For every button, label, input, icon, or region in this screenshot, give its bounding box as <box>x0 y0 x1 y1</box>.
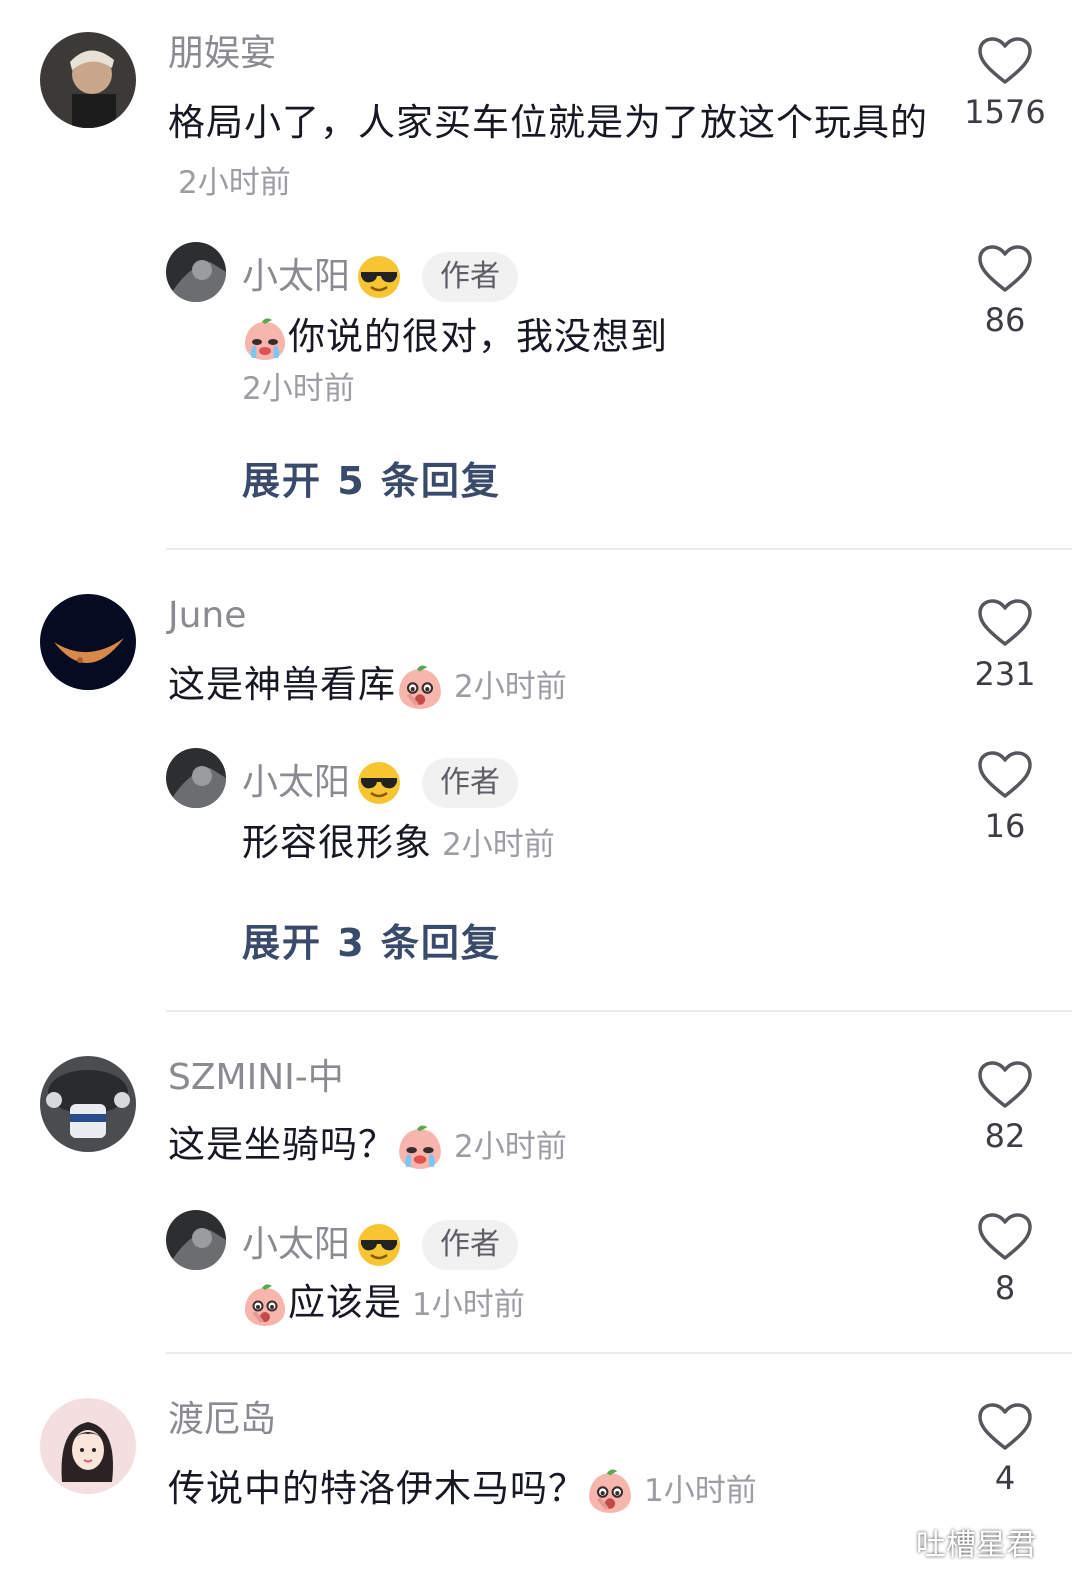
divider <box>166 548 1072 550</box>
heart-icon <box>978 37 1032 84</box>
reply-time: 2小时前 <box>442 827 555 863</box>
user-avatar[interactable] <box>40 32 136 128</box>
reply-username-row: 小太阳 作者 <box>242 252 519 302</box>
comment-body: 传说中的特洛伊木马吗？ <box>168 1467 586 1510</box>
like-count: 1576 <box>964 93 1046 131</box>
comment-username[interactable]: 朋娱宴 <box>168 36 276 72</box>
peach-emoji-icon <box>589 1469 631 1513</box>
comment-text: 这是神兽看库 2小时前 <box>168 656 928 716</box>
comment-time: 2小时前 <box>454 669 567 705</box>
like-count: 8 <box>994 1269 1016 1307</box>
reply-text: 应该是 1小时前 <box>242 1274 932 1334</box>
sunglasses-emoji-icon <box>358 762 401 804</box>
reply-time: 1小时前 <box>412 1287 525 1323</box>
peach-emoji-icon <box>245 1283 285 1326</box>
wechat-icon <box>861 1524 906 1560</box>
author-avatar[interactable] <box>166 748 226 808</box>
sunglasses-emoji-icon <box>358 256 401 298</box>
comment-text: 传说中的特洛伊木马吗？ 1小时前 <box>168 1460 928 1520</box>
reply-body: 应该是 <box>288 1281 402 1324</box>
comment-body: 这是坐骑吗？ <box>168 1123 396 1166</box>
divider <box>166 1010 1072 1012</box>
like-button[interactable]: 231 <box>962 598 1048 690</box>
reply-text: 你说的很对，我没想到 2小时前 <box>242 308 932 412</box>
user-avatar[interactable] <box>40 594 136 690</box>
reply-username-row: 小太阳 作者 <box>242 758 519 808</box>
watermark: 吐槽星君 <box>860 1520 1036 1564</box>
heart-icon <box>978 1213 1032 1260</box>
reply-like-button[interactable]: 16 <box>962 750 1048 842</box>
comment-time: 1小时前 <box>644 1473 757 1509</box>
peach-emoji-icon <box>399 665 441 709</box>
reply-username[interactable]: 小太阳 <box>242 1227 350 1263</box>
reply-body: 形容很形象 <box>242 821 432 864</box>
divider <box>166 1352 1072 1354</box>
reply-like-button[interactable]: 86 <box>962 244 1048 336</box>
like-button[interactable]: 4 <box>962 1402 1048 1494</box>
comment-time: 2小时前 <box>454 1129 567 1165</box>
reply-username[interactable]: 小太阳 <box>242 259 350 295</box>
sunglasses-emoji-icon <box>358 1224 401 1266</box>
author-badge: 作者 <box>422 252 519 302</box>
like-count: 231 <box>974 655 1036 693</box>
comment-text: 格局小了，人家买车位就是为了放这个玩具的 2小时前 <box>168 94 928 212</box>
reply-username[interactable]: 小太阳 <box>242 765 350 801</box>
like-button[interactable]: 1576 <box>962 36 1048 128</box>
reply-like-button[interactable]: 8 <box>962 1212 1048 1304</box>
comment-text: 这是坐骑吗？ 2小时前 <box>168 1116 928 1176</box>
user-avatar[interactable] <box>40 1056 136 1152</box>
author-avatar[interactable] <box>166 1210 226 1270</box>
like-button[interactable]: 82 <box>962 1060 1048 1152</box>
reply-body: 你说的很对，我没想到 <box>288 315 668 358</box>
comment-time: 2小时前 <box>178 165 291 201</box>
like-count: 86 <box>984 301 1026 339</box>
like-count: 82 <box>984 1117 1026 1155</box>
reply-text: 形容很形象 2小时前 <box>242 814 932 874</box>
comment-username[interactable]: June <box>168 598 246 634</box>
user-avatar[interactable] <box>40 1398 136 1494</box>
comment-username[interactable]: SZMINI-中 <box>168 1060 344 1096</box>
author-badge: 作者 <box>422 758 519 808</box>
heart-icon <box>978 1403 1032 1450</box>
heart-icon <box>978 245 1032 292</box>
author-badge: 作者 <box>422 1220 519 1270</box>
expand-replies-button[interactable]: 展开 3 条回复 <box>242 912 501 967</box>
author-avatar[interactable] <box>166 242 226 302</box>
comment-username[interactable]: 渡厄岛 <box>168 1402 276 1438</box>
like-count: 4 <box>994 1459 1016 1497</box>
heart-icon <box>978 751 1032 798</box>
reply-username-row: 小太阳 作者 <box>242 1220 519 1270</box>
heart-icon <box>978 1061 1032 1108</box>
crying-peach-emoji-icon <box>245 317 285 360</box>
comment-body: 这是神兽看库 <box>168 663 396 706</box>
heart-icon <box>978 599 1032 646</box>
watermark-text: 吐槽星君 <box>916 1528 1036 1563</box>
reply-time: 2小时前 <box>242 371 355 407</box>
expand-replies-button[interactable]: 展开 5 条回复 <box>242 450 501 505</box>
comment-body: 格局小了，人家买车位就是为了放这个玩具的 <box>168 101 928 144</box>
like-count: 16 <box>984 807 1026 845</box>
crying-peach-emoji-icon <box>399 1125 441 1169</box>
